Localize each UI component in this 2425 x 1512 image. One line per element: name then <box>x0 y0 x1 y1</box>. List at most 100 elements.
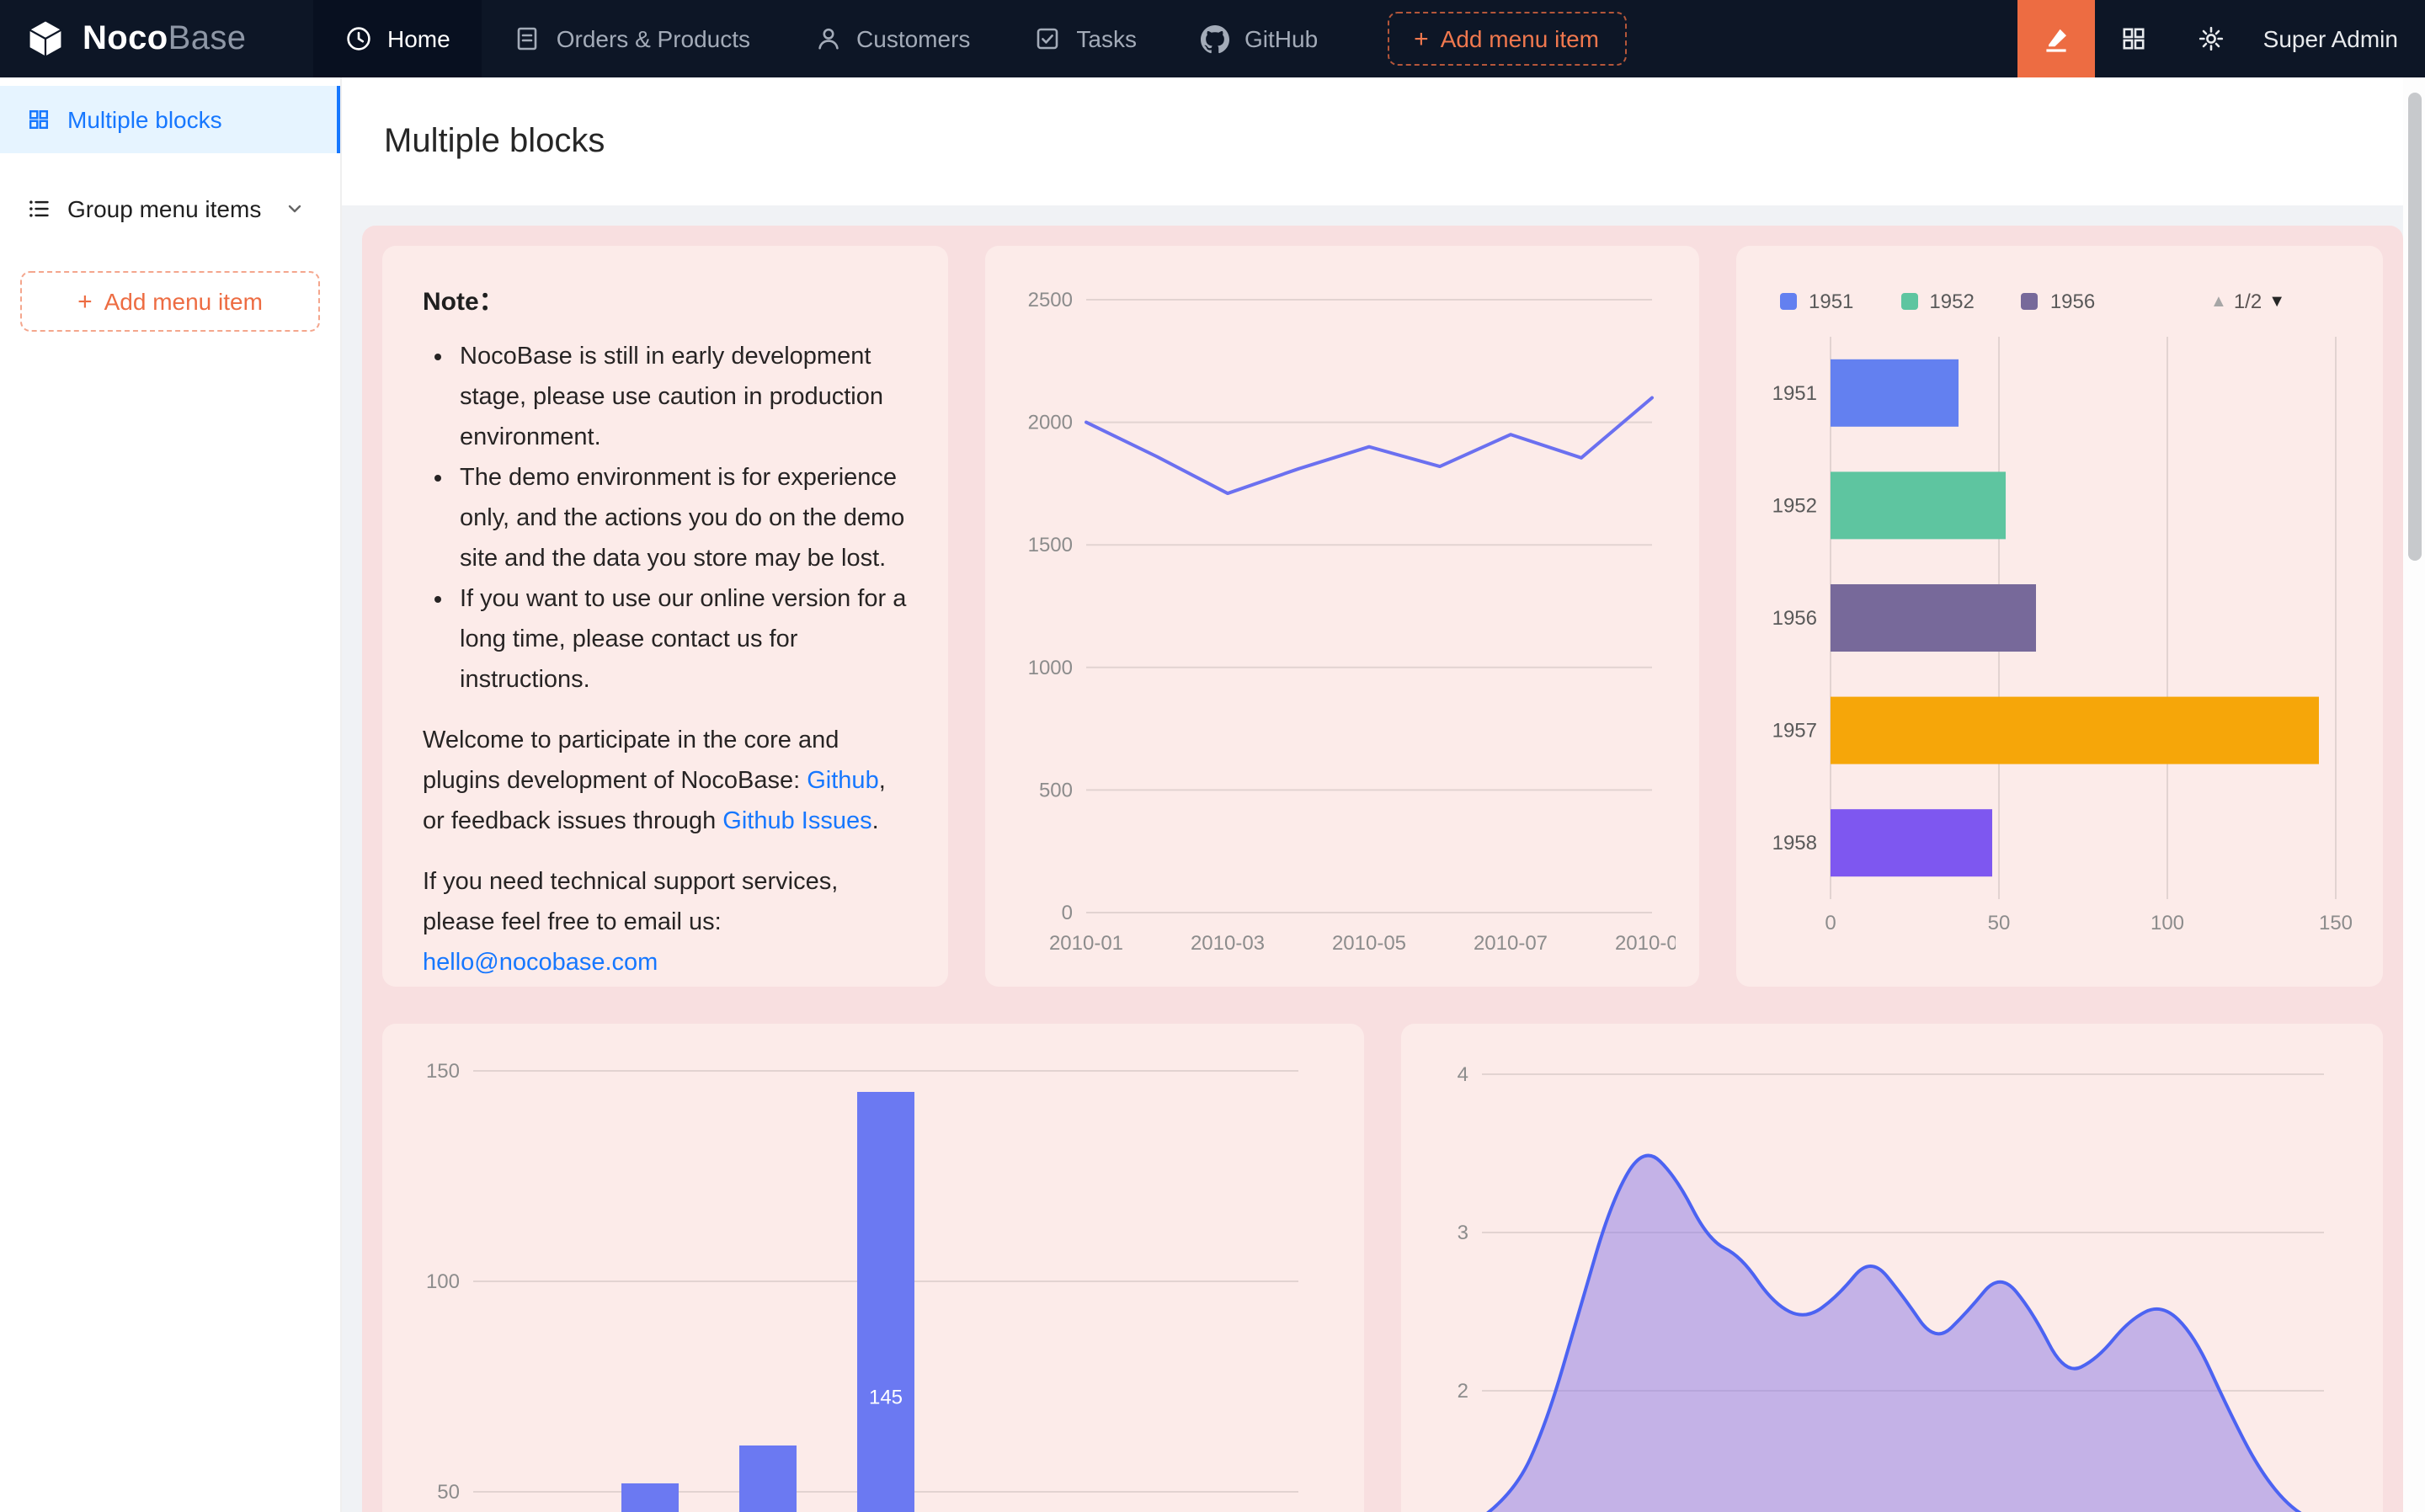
legend-item-1952[interactable]: 1952 <box>1900 290 1974 313</box>
nocobase-logo-icon <box>24 17 67 61</box>
page-content: Note： NocoBase is still in early develop… <box>342 205 2425 1512</box>
note-bullet: NocoBase is still in early development s… <box>460 337 908 458</box>
svg-text:2: 2 <box>1458 1380 1468 1403</box>
svg-text:1958: 1958 <box>1772 832 1817 854</box>
legend-page-up-icon[interactable]: ▲ <box>2210 292 2227 311</box>
vertical-scrollbar[interactable] <box>2408 93 2422 561</box>
gear-icon <box>2198 25 2225 52</box>
nav-item-label: Customers <box>856 25 970 52</box>
svg-text:1000: 1000 <box>1028 657 1073 679</box>
nav-item-label: Home <box>387 25 450 52</box>
legend-item-1951[interactable]: 1951 <box>1780 290 1853 313</box>
note-paragraph-1: Welcome to participate in the core and p… <box>423 721 908 842</box>
add-menu-item-button-sidebar[interactable]: + Add menu item <box>20 271 320 332</box>
nav-item-tasks[interactable]: Tasks <box>1002 0 1169 77</box>
ui-editor-button[interactable] <box>2017 0 2095 77</box>
logo-text: NocoBase <box>83 19 246 58</box>
blocks-row-1: Note： NocoBase is still in early develop… <box>382 246 2383 987</box>
github-issues-link[interactable]: Github Issues <box>722 808 871 835</box>
svg-text:2000: 2000 <box>1028 412 1073 434</box>
svg-text:2010-01: 2010-01 <box>1049 932 1123 955</box>
sidebar: Multiple blocks Group menu items + Add m… <box>0 77 342 1512</box>
svg-text:4: 4 <box>1458 1063 1468 1086</box>
page-header: Multiple blocks <box>342 77 2425 205</box>
nav-item-label: GitHub <box>1244 25 1318 52</box>
note-bullet: The demo environment is for experience o… <box>460 458 908 579</box>
legend-page-label: 1/2 <box>2234 290 2262 313</box>
line-chart: 0 500 1000 1500 2000 2500 2010-01 2010-03 2010-0… <box>1009 269 1676 963</box>
tasks-icon <box>1034 25 1061 52</box>
github-icon <box>1201 24 1229 53</box>
main-area: Multiple blocks Note： NocoBase is still … <box>342 77 2425 1512</box>
svg-text:50: 50 <box>437 1481 460 1504</box>
sidebar-item-group-menu-items[interactable]: Group menu items <box>0 175 340 242</box>
area-chart: 01234 <box>1425 1047 2344 1512</box>
app-root: NocoBase Home Orders & Products <box>0 0 2425 1512</box>
svg-text:2010-05: 2010-05 <box>1332 932 1406 955</box>
list-icon <box>27 197 51 221</box>
svg-text:2500: 2500 <box>1028 289 1073 311</box>
note-bullet: If you want to use our online version fo… <box>460 579 908 700</box>
orders-icon <box>514 25 541 52</box>
svg-text:1500: 1500 <box>1028 534 1073 556</box>
nocobase-logo[interactable]: NocoBase <box>0 0 313 77</box>
svg-text:500: 500 <box>1039 779 1073 801</box>
nav-item-orders-products[interactable]: Orders & Products <box>482 0 782 77</box>
sidebar-item-multiple-blocks[interactable]: Multiple blocks <box>0 86 340 153</box>
svg-text:0: 0 <box>1062 902 1073 924</box>
legend-item-1956[interactable]: 1956 <box>2022 290 2095 313</box>
markdown-note-block: Note： NocoBase is still in early develop… <box>382 246 948 987</box>
svg-text:50: 50 <box>1988 912 2011 934</box>
svg-text:100: 100 <box>426 1270 460 1293</box>
add-menu-item-button-top[interactable]: + Add menu item <box>1387 12 1626 66</box>
column-chart-block: 050100150145 <box>382 1024 1364 1512</box>
chart-legend: 1951 1952 1956 ▲ <box>1780 283 2356 320</box>
note-title: Note： <box>423 283 908 323</box>
user-menu[interactable]: Super Admin <box>2250 25 2425 52</box>
scrollbar-gutter <box>2403 77 2425 1512</box>
svg-text:0: 0 <box>1825 912 1836 934</box>
top-navbar: NocoBase Home Orders & Products <box>0 0 2425 77</box>
blocks-container: Note： NocoBase is still in early develop… <box>362 226 2403 1512</box>
page-title: Multiple blocks <box>384 122 605 161</box>
top-menu: Home Orders & Products Customers <box>313 0 1626 77</box>
svg-text:1952: 1952 <box>1772 494 1817 517</box>
legend-page-down-icon[interactable]: ▼ <box>2268 292 2285 311</box>
github-link[interactable]: Github <box>807 768 878 795</box>
note-bullet-list: NocoBase is still in early development s… <box>423 337 908 700</box>
svg-text:1951: 1951 <box>1772 382 1817 405</box>
svg-text:3: 3 <box>1458 1222 1468 1244</box>
nav-item-label: Orders & Products <box>557 25 750 52</box>
note-paragraph-2: If you need technical support services, … <box>423 862 908 983</box>
nav-item-home[interactable]: Home <box>313 0 482 77</box>
svg-text:100: 100 <box>2151 912 2184 934</box>
settings-button[interactable] <box>2172 0 2250 77</box>
chevron-down-icon <box>285 199 305 219</box>
svg-text:2010-03: 2010-03 <box>1191 932 1265 955</box>
legend-pager: ▲ 1/2 ▼ <box>2210 290 2285 313</box>
legend-swatch <box>1900 293 1917 310</box>
email-link[interactable]: hello@nocobase.com <box>423 950 658 977</box>
nav-item-github[interactable]: GitHub <box>1169 0 1350 77</box>
appstore-icon <box>2120 25 2147 52</box>
highlighter-icon <box>2041 24 2071 54</box>
svg-text:1957: 1957 <box>1772 720 1817 743</box>
svg-text:2010-07: 2010-07 <box>1474 932 1548 955</box>
sidebar-item-label: Group menu items <box>67 195 261 222</box>
plugin-manager-button[interactable] <box>2095 0 2172 77</box>
area-chart-block: 01234 <box>1401 1024 2383 1512</box>
svg-text:150: 150 <box>2319 912 2353 934</box>
nav-item-customers[interactable]: Customers <box>782 0 1002 77</box>
legend-swatch <box>2022 293 2039 310</box>
plus-icon: + <box>1414 26 1429 51</box>
blocks-row-2: 050100150145 01234 <box>382 1024 2383 1512</box>
svg-text:150: 150 <box>426 1060 460 1083</box>
bar-chart-block: 1951 1952 1956 ▲ <box>1736 246 2383 987</box>
line-chart-block: 0 500 1000 1500 2000 2500 2010-01 2010-03 2010-0… <box>985 246 1699 987</box>
svg-text:1956: 1956 <box>1772 607 1817 630</box>
plus-icon: + <box>77 289 93 314</box>
legend-swatch <box>1780 293 1797 310</box>
nav-item-label: Tasks <box>1076 25 1137 52</box>
navbar-right-actions: Super Admin <box>2017 0 2425 77</box>
grid-icon <box>27 108 51 131</box>
